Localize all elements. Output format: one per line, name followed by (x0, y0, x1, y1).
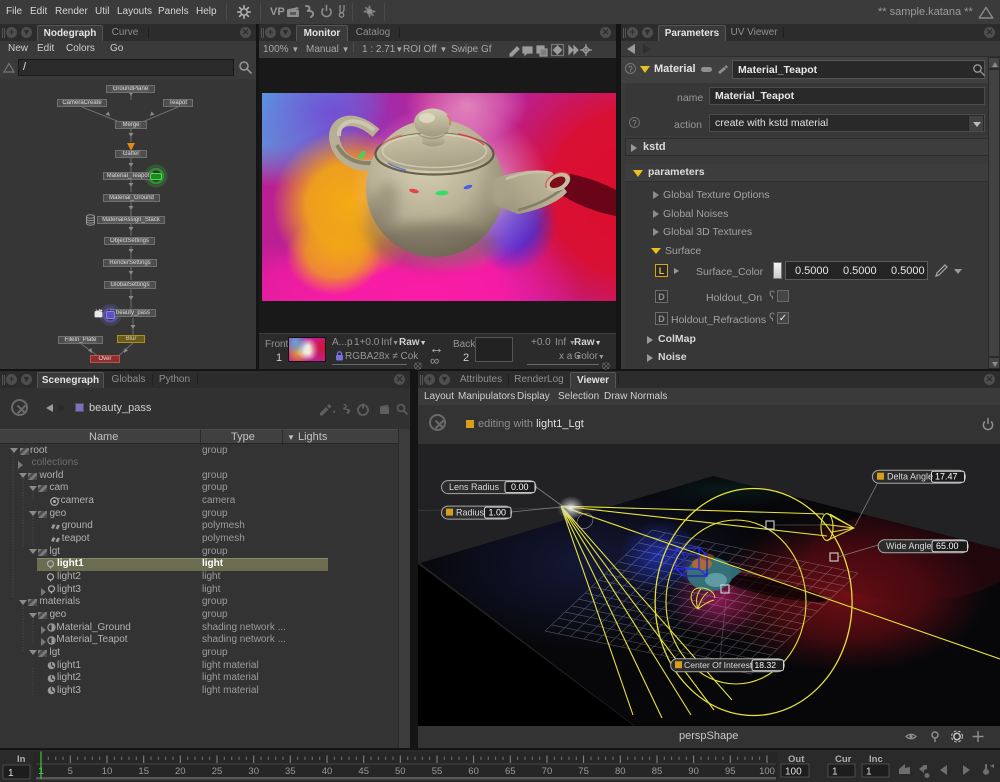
svg-text:Lens Radius: Lens Radius (449, 482, 500, 492)
svg-text:Inc: Inc (869, 754, 883, 765)
svg-text:15: 15 (138, 766, 149, 777)
svg-text:20: 20 (175, 766, 186, 777)
svg-text:55: 55 (432, 766, 443, 777)
svg-text:10: 10 (102, 766, 113, 777)
svg-text:35: 35 (285, 766, 296, 777)
svg-text:40: 40 (322, 766, 333, 777)
svg-text:Out: Out (788, 754, 805, 765)
svg-text:95: 95 (725, 766, 736, 777)
svg-text:1: 1 (8, 768, 14, 779)
svg-text:18.32: 18.32 (755, 660, 777, 670)
svg-text:Delta Angle: Delta Angle (887, 471, 933, 481)
svg-text:60: 60 (468, 766, 479, 777)
svg-text:75: 75 (578, 766, 589, 777)
svg-text:85: 85 (652, 766, 663, 777)
svg-text:25: 25 (212, 766, 223, 777)
svg-text:0.00: 0.00 (511, 482, 529, 492)
svg-text:80: 80 (615, 766, 626, 777)
svg-text:45: 45 (358, 766, 369, 777)
svg-text:70: 70 (542, 766, 553, 777)
svg-text:Cur: Cur (835, 754, 852, 765)
svg-text:65: 65 (505, 766, 516, 777)
svg-text:Center Of Interest: Center Of Interest (684, 660, 753, 670)
svg-text:Radius: Radius (456, 507, 485, 517)
svg-text:Wide Angle: Wide Angle (886, 541, 932, 551)
svg-text:17.47: 17.47 (935, 471, 958, 481)
svg-text:5: 5 (68, 766, 73, 777)
svg-text:65.00: 65.00 (936, 541, 959, 551)
svg-text:100: 100 (785, 767, 802, 778)
svg-text:In: In (17, 754, 26, 765)
svg-text:1.00: 1.00 (489, 507, 507, 517)
svg-text:1: 1 (832, 767, 838, 778)
svg-text:1: 1 (866, 767, 872, 778)
svg-text:1: 1 (38, 766, 44, 777)
svg-text:90: 90 (688, 766, 699, 777)
svg-text:50: 50 (395, 766, 406, 777)
svg-text:30: 30 (248, 766, 259, 777)
svg-text:100: 100 (759, 766, 775, 777)
